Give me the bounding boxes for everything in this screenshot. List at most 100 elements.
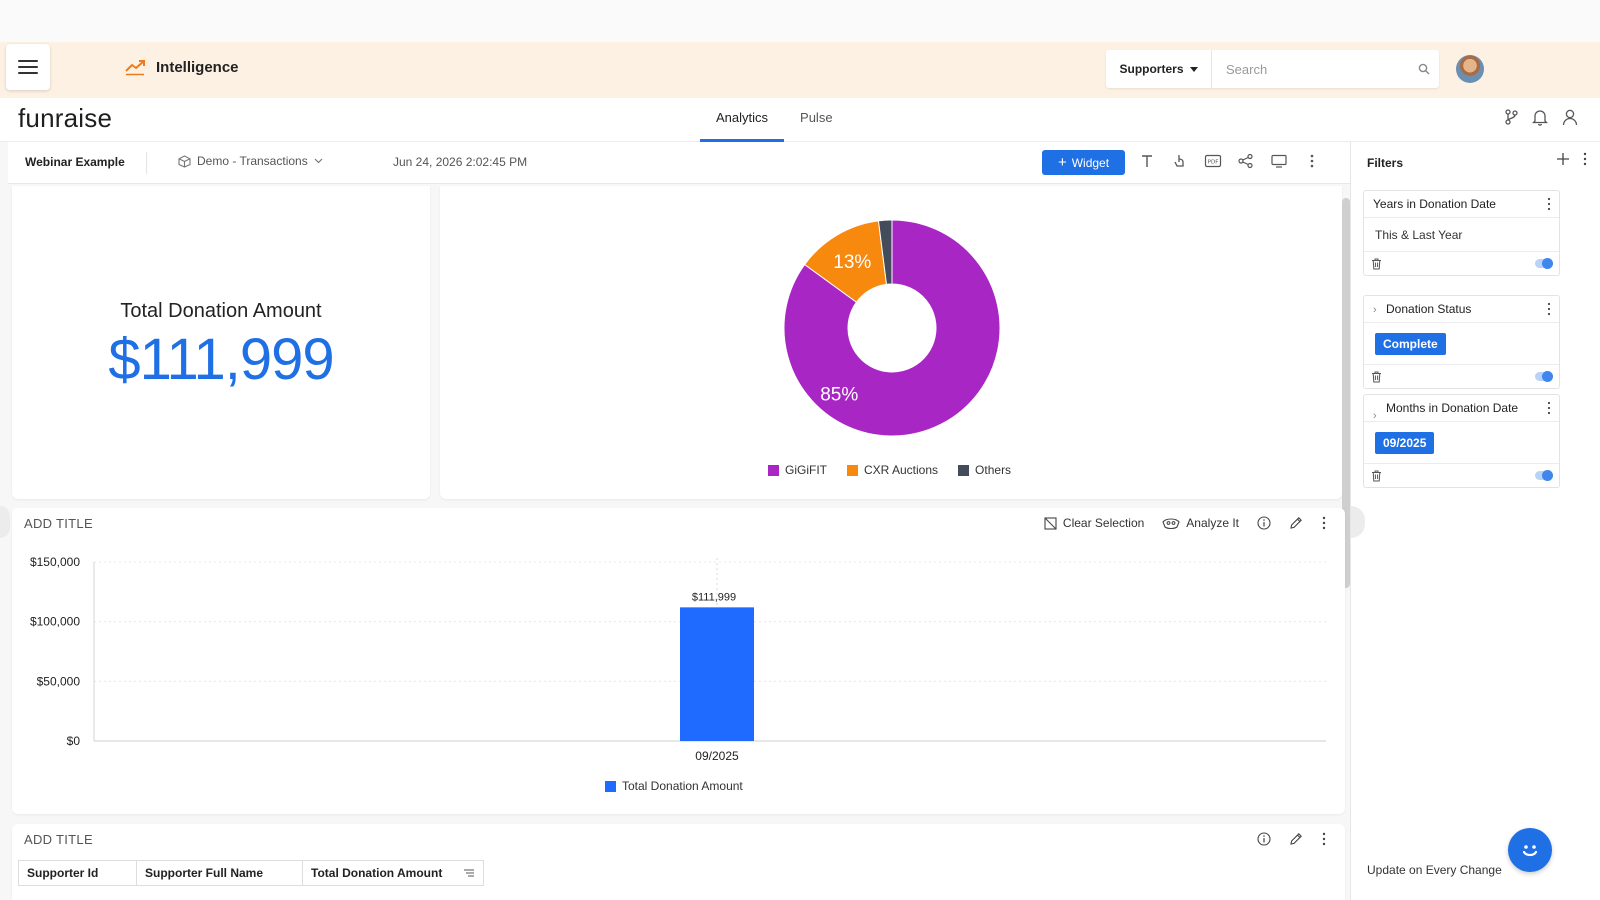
filter-chip[interactable]: 09/2025 (1375, 431, 1435, 454)
left-panel-handle[interactable] (0, 506, 10, 538)
chevron-right-icon[interactable]: › (1373, 409, 1377, 423)
pie-legend: GiGiFIT CXR Auctions Others (768, 463, 1011, 477)
kebab-menu-icon[interactable] (1546, 302, 1552, 316)
table-widget[interactable]: ADD TITLE Supporter Id Supporter Full Na… (12, 824, 1345, 900)
info-icon[interactable] (1257, 832, 1271, 846)
dashboard-timestamp: Jun 24, 2026 2:02:45 PM (393, 155, 528, 169)
add-filter-icon[interactable] (1556, 152, 1570, 166)
datasource-label: Demo - Transactions (197, 154, 308, 168)
pie-data-label: 85% (820, 384, 858, 405)
share-icon[interactable] (1237, 153, 1255, 169)
tab-analytics[interactable]: Analytics (700, 98, 785, 142)
brand-bar: funraise Analytics Pulse (0, 98, 1600, 142)
search-input[interactable] (1212, 50, 1409, 88)
filter-value-row: 09/2025 (1364, 421, 1559, 463)
bar-09-2025[interactable] (680, 607, 754, 741)
filter-title-text: Months in Donation Date (1386, 401, 1519, 415)
table-widget-title[interactable]: ADD TITLE (24, 832, 93, 847)
filter-card-years: Years in Donation Date This & Last Year (1363, 190, 1560, 276)
filters-panel: Filters Years in Donation Date This & La… (1350, 142, 1600, 900)
filter-card-donation-status: › Donation Status Complete (1363, 295, 1560, 389)
chevron-down-icon (314, 158, 323, 164)
trash-icon[interactable] (1371, 258, 1382, 270)
browser-top-strip (0, 0, 1600, 42)
kpi-widget[interactable]: Total Donation Amount $111,999 (12, 186, 430, 499)
column-header-supporter-id[interactable]: Supporter Id (19, 861, 137, 885)
legend-item-gigifit[interactable]: GiGiFIT (768, 463, 827, 477)
pdf-icon[interactable]: PDF (1204, 153, 1222, 169)
kebab-menu-icon[interactable] (1546, 401, 1552, 415)
add-widget-button[interactable]: + Widget (1042, 150, 1125, 175)
filter-value[interactable]: This & Last Year (1364, 217, 1559, 251)
user-avatar[interactable] (1456, 55, 1484, 83)
kpi-label: Total Donation Amount (120, 300, 322, 322)
chevron-right-icon[interactable]: › (1373, 303, 1377, 317)
legend-item-cxr-auctions[interactable]: CXR Auctions (847, 463, 938, 477)
legend-label-gigifit: GiGiFIT (785, 463, 827, 477)
trash-icon[interactable] (1371, 371, 1382, 383)
monitor-icon[interactable] (1270, 153, 1288, 169)
user-icon[interactable] (1562, 108, 1578, 126)
cube-icon (178, 154, 191, 168)
column-header-supporter-full-name[interactable]: Supporter Full Name (137, 861, 303, 885)
bar-data-label: $111,999 (692, 591, 736, 603)
bell-icon[interactable] (1532, 108, 1548, 126)
legend-label-others: Others (975, 463, 1012, 477)
text-icon[interactable] (1138, 153, 1156, 169)
hamburger-icon (18, 60, 38, 74)
legend-swatch-others (958, 464, 970, 476)
column-label: Supporter Full Name (145, 866, 264, 880)
filter-value-row: Complete (1364, 322, 1559, 364)
legend-swatch-gigifit (768, 464, 779, 476)
legend-item-others[interactable]: Others (958, 463, 1011, 477)
sort-icon[interactable] (463, 868, 475, 878)
filters-header-icons (1556, 152, 1588, 166)
y-tick-label: $150,000 (30, 555, 80, 569)
hand-pointer-icon[interactable] (1171, 153, 1189, 169)
filter-chip[interactable]: Complete (1375, 332, 1446, 355)
kebab-menu-icon[interactable] (1582, 152, 1588, 166)
filter-footer (1364, 251, 1559, 275)
pie-data-label: 13% (833, 252, 871, 273)
caret-down-icon (1189, 66, 1198, 72)
dashboard-title[interactable]: Webinar Example (25, 155, 125, 169)
legend-label-total-donation-amount: Total Donation Amount (622, 779, 743, 793)
funraise-logo[interactable]: funraise (18, 103, 112, 134)
hamburger-menu-button[interactable] (6, 44, 50, 90)
app-bar: Intelligence Supporters (0, 42, 1600, 98)
kebab-menu-icon[interactable] (1303, 153, 1321, 169)
kebab-menu-icon[interactable] (1321, 832, 1327, 846)
main-tabs: Analytics Pulse (700, 98, 849, 142)
global-search: Supporters (1106, 50, 1439, 88)
column-label: Supporter Id (27, 866, 99, 880)
app-title-group: Intelligence (124, 58, 239, 76)
filter-title[interactable]: Years in Donation Date (1364, 191, 1559, 217)
bar-widget[interactable]: ADD TITLE Clear Selection Analyze It $0 $… (12, 508, 1345, 814)
filter-title-text: Years in Donation Date (1373, 197, 1496, 211)
donut-chart[interactable]: 85% 13% (440, 186, 1342, 499)
filter-enabled-toggle[interactable] (1535, 258, 1553, 269)
help-chat-button[interactable] (1508, 828, 1552, 872)
y-tick-label: $50,000 (37, 674, 81, 688)
filter-enabled-toggle[interactable] (1535, 470, 1553, 481)
column-header-total-donation-amount[interactable]: Total Donation Amount (303, 861, 483, 885)
branch-icon[interactable] (1504, 108, 1518, 126)
pie-widget[interactable]: 85% 13% GiGiFIT CXR Auctions Others (440, 186, 1342, 499)
tab-pulse[interactable]: Pulse (784, 98, 849, 142)
filter-enabled-toggle[interactable] (1535, 371, 1553, 382)
search-scope-dropdown[interactable]: Supporters (1106, 50, 1212, 88)
filter-footer (1364, 364, 1559, 388)
table-header: Supporter Id Supporter Full Name Total D… (18, 860, 484, 886)
filter-title[interactable]: › Donation Status (1364, 296, 1559, 322)
legend-swatch-total-donation-amount (605, 780, 616, 792)
filter-title[interactable]: › Months in Donation Date (1364, 395, 1559, 423)
y-tick-label: $100,000 (30, 615, 80, 629)
trash-icon[interactable] (1371, 470, 1382, 482)
kebab-menu-icon[interactable] (1546, 197, 1552, 211)
legend-item-total-donation-amount[interactable]: Total Donation Amount (605, 779, 743, 793)
search-icon[interactable] (1409, 63, 1439, 75)
pencil-icon[interactable] (1289, 832, 1303, 846)
datasource-selector[interactable]: Demo - Transactions (178, 154, 323, 168)
bar-chart[interactable]: $0 $50,000 $100,000 $150,000 $111,999 09/2025 (12, 508, 1345, 814)
update-on-change-label: Update on Every Change (1367, 863, 1502, 877)
